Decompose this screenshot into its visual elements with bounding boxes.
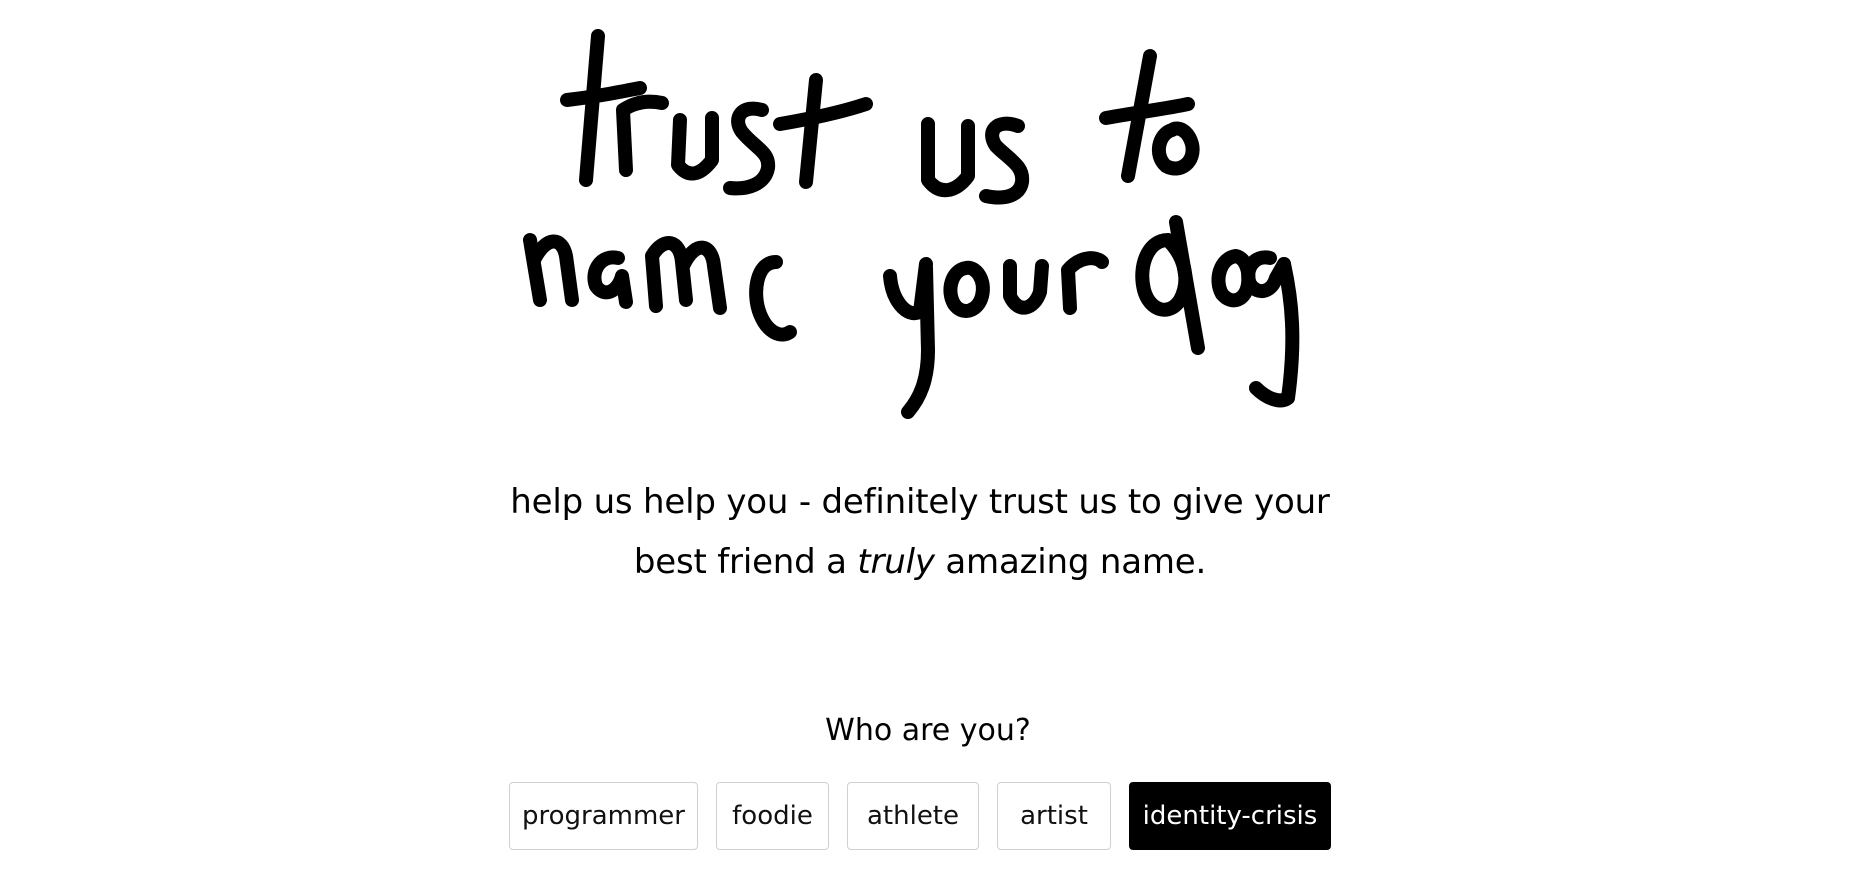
choice-artist-button[interactable]: artist <box>997 782 1111 850</box>
choice-programmer-button[interactable]: programmer <box>509 782 698 850</box>
tagline: help us help you - definitely trust us t… <box>510 472 1330 592</box>
tagline-line-2-end: amazing name. <box>934 542 1207 582</box>
choice-identity-crisis-button[interactable]: identity-crisis <box>1129 782 1331 850</box>
choice-athlete-button[interactable]: athlete <box>847 782 979 850</box>
choice-foodie-button[interactable]: foodie <box>716 782 829 850</box>
tagline-line-1: help us help you - definitely trust us t… <box>510 482 1330 522</box>
persona-choices: programmer foodie athlete artist identit… <box>509 782 1331 850</box>
who-are-you-label: Who are you? <box>825 713 1031 748</box>
tagline-emphasis: truly <box>857 542 935 582</box>
tagline-line-2-start: best friend a <box>633 542 858 582</box>
hero-lettering-svg <box>523 29 1300 419</box>
tagline-line-2: best friend a truly amazing name. <box>510 532 1330 592</box>
hero-handwritten-title: trust us to name your dog <box>0 0 1856 430</box>
